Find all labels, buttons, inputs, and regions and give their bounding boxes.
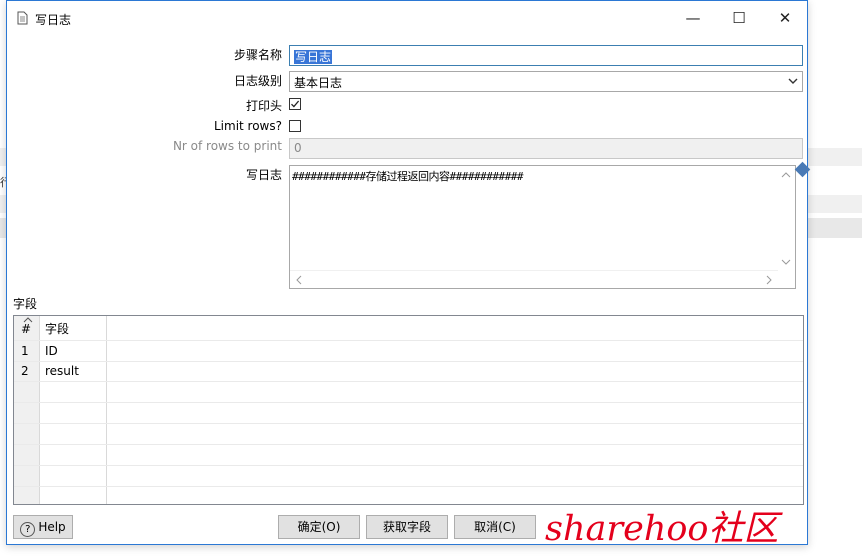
fields-section-label: 字段 [13,297,38,311]
scroll-left-icon[interactable] [295,275,303,285]
header-num[interactable]: # [21,316,31,340]
help-button-label: Help [38,520,66,534]
log-level-select[interactable]: 基本日志 [289,71,803,92]
row-number: 1 [21,344,29,358]
fields-table: # 字段 1 ID 2 result [13,315,804,505]
empty-row[interactable] [14,445,803,466]
limit-rows-label: Limit rows? [213,119,282,133]
nr-rows-label: Nr of rows to print [172,139,282,153]
field-cell[interactable]: result [45,364,79,378]
maximize-icon[interactable]: ☐ [716,1,762,35]
row-number: 2 [21,364,29,378]
empty-row[interactable] [14,403,803,424]
scroll-down-icon[interactable] [781,258,791,266]
get-fields-button[interactable]: 获取字段 [366,515,448,539]
step-name-label: 步骤名称 [233,48,282,62]
limit-rows-checkbox[interactable] [289,120,301,132]
checkmark-icon [291,100,300,108]
empty-row[interactable] [14,466,803,487]
dropdown-arrow-icon [788,78,798,84]
table-row[interactable]: 1 ID [14,340,803,362]
log-level-label: 日志级别 [233,74,282,88]
print-header-checkbox[interactable] [289,98,301,110]
minimize-icon[interactable]: — [670,1,716,35]
watermark: sharehoo社区 [545,509,779,549]
file-icon [17,11,28,25]
ok-button[interactable]: 确定(O) [278,515,360,539]
print-header-label: 打印头 [245,99,282,113]
write-log-textarea[interactable]: ############存储过程返回内容############ [289,165,796,289]
help-button[interactable]: ? Help [13,515,73,539]
help-icon: ? [20,522,36,537]
step-name-input[interactable]: 写日志 [289,45,803,66]
step-name-value: 写日志 [294,50,333,64]
scroll-up-icon[interactable] [781,171,791,179]
log-level-value: 基本日志 [294,76,343,90]
scroll-right-icon[interactable] [765,275,773,285]
vertical-scrollbar[interactable] [778,166,795,272]
horizontal-scrollbar[interactable] [290,270,778,288]
empty-row[interactable] [14,424,803,445]
write-log-value: ############存储过程返回内容############ [292,170,523,183]
header-field[interactable]: 字段 [45,316,69,340]
table-row[interactable]: 2 result [14,361,803,382]
variable-icon[interactable] [794,161,811,178]
cancel-button[interactable]: 取消(C) [454,515,536,539]
nr-rows-input[interactable]: 0 [289,138,803,159]
field-cell[interactable]: ID [45,344,58,358]
window-title: 写日志 [35,13,72,27]
close-icon[interactable]: ✕ [762,1,808,35]
write-log-dialog: 写日志 — ☐ ✕ 步骤名称 写日志 日志级别 基本日志 打印头 Limit r… [6,0,811,545]
write-log-label: 写日志 [245,168,282,182]
title-bar: 写日志 — ☐ ✕ [7,1,807,35]
empty-row[interactable] [14,382,803,403]
nr-rows-value: 0 [294,141,302,155]
